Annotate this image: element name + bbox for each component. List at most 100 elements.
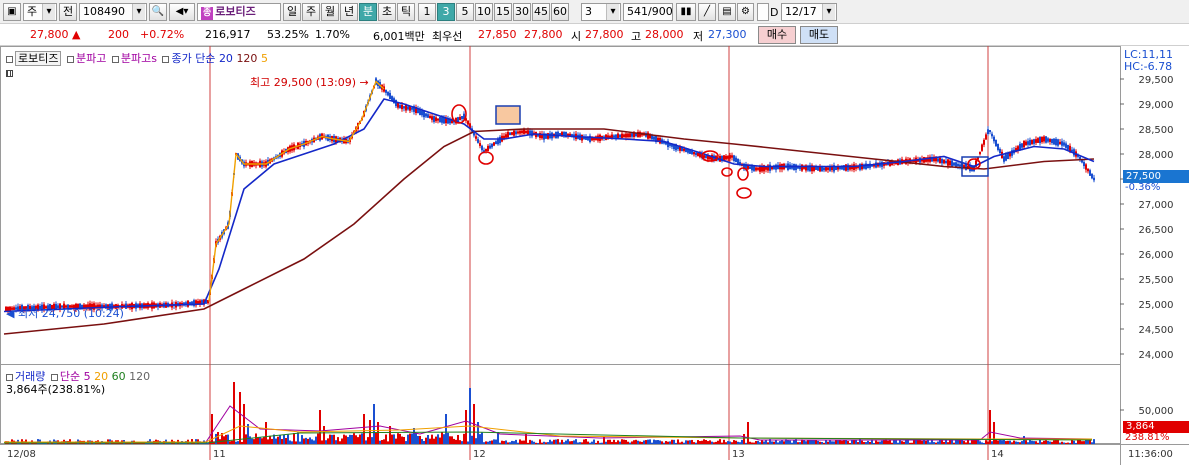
legend-ind1-icon[interactable] <box>66 55 74 63</box>
period-button-4[interactable]: 분 <box>359 3 377 21</box>
candle-body <box>753 166 755 171</box>
date-checkbox[interactable] <box>757 3 769 21</box>
crosshair-toggle-icon[interactable] <box>4 66 15 79</box>
save-icon[interactable]: ▤ <box>718 3 736 21</box>
candle-body <box>697 152 699 157</box>
volume-bar <box>757 440 759 444</box>
volume-bar <box>685 440 687 444</box>
chart-toolbar: ▣ 주 전 108490 🔍 ◀▾ 종로보티즈 일주월년분초틱 13510153… <box>0 0 1189 24</box>
candle-body <box>385 89 387 93</box>
volume-bar <box>431 434 433 444</box>
data-count-field[interactable]: 541/900 <box>623 3 673 21</box>
volume-bar <box>715 441 717 444</box>
legend-ind2-icon[interactable] <box>111 55 119 63</box>
volume-bar <box>707 441 709 444</box>
prev-button[interactable]: 전 <box>59 3 77 21</box>
volume-bar <box>1015 441 1017 444</box>
volume-bar <box>689 440 691 444</box>
candle-body <box>1027 141 1029 145</box>
candle-body <box>695 152 697 156</box>
interval-button-4[interactable]: 15 <box>494 3 512 21</box>
candle-body <box>439 117 441 123</box>
legend-ma-icon[interactable] <box>162 55 170 63</box>
chart-area[interactable]: 24,000 24,500 25,000 25,500 26,000 26,500 27,0… <box>0 46 1189 465</box>
stock-code-input[interactable]: 108490 <box>79 3 147 21</box>
interval-button-1[interactable]: 3 <box>437 3 455 21</box>
period-button-6[interactable]: 틱 <box>397 3 415 21</box>
interval-button-5[interactable]: 30 <box>513 3 531 21</box>
volume-bar <box>391 434 393 444</box>
volume-bar <box>981 442 983 444</box>
volume-bar <box>649 439 651 444</box>
candle-body <box>735 157 737 163</box>
candle-body <box>959 164 961 167</box>
volume-bar <box>671 439 673 444</box>
volume-bar <box>295 441 297 444</box>
volume-bar <box>681 441 683 444</box>
stock-name-box[interactable]: 종 로보티즈 <box>197 3 281 21</box>
volume-bar <box>347 436 349 444</box>
volume-value: 3,864주(238.81%) <box>6 383 106 396</box>
candle-body <box>621 133 623 138</box>
volume-bar <box>841 440 843 444</box>
volume-bar <box>805 441 807 444</box>
period-button-5[interactable]: 초 <box>378 3 396 21</box>
candle-body <box>1023 140 1025 148</box>
volume-bar <box>1043 440 1045 444</box>
sell-button[interactable]: 매도 <box>800 26 838 44</box>
interval-button-3[interactable]: 10 <box>475 3 493 21</box>
volume-bar <box>265 422 267 444</box>
interval-button-6[interactable]: 45 <box>532 3 550 21</box>
trade-amount: 6,001백만 <box>373 30 425 43</box>
volume-bar <box>283 434 285 444</box>
period-button-2[interactable]: 월 <box>321 3 339 21</box>
volume-bar <box>723 439 725 444</box>
search-icon[interactable]: 🔍 <box>149 3 167 21</box>
volume-bar <box>721 442 723 444</box>
volume-bar <box>341 438 343 444</box>
window-menu-icon[interactable]: ▣ <box>3 3 21 21</box>
volume-bar <box>379 440 381 444</box>
volume-bar <box>1005 441 1007 444</box>
volume-bar <box>471 435 473 444</box>
volume-ma-icon[interactable] <box>50 373 58 381</box>
volume-bar <box>737 441 739 444</box>
date-value: 12/17 <box>785 5 817 18</box>
candle-body <box>945 160 947 164</box>
price-chart-canvas[interactable]: 24,000 24,500 25,000 25,500 26,000 26,500 27,0… <box>0 46 1189 465</box>
interval-button-0[interactable]: 1 <box>418 3 436 21</box>
volume-bar <box>305 437 307 444</box>
interval-button-7[interactable]: 60 <box>551 3 569 21</box>
volume-bar <box>1069 442 1071 444</box>
period-button-1[interactable]: 주 <box>302 3 320 21</box>
y-tick-label: 26,000 <box>1139 250 1174 261</box>
candle-body <box>435 117 437 122</box>
volume-legend-icon[interactable] <box>6 373 13 381</box>
drawing-tool-icon[interactable]: ╱ <box>698 3 716 21</box>
interval-button-2[interactable]: 5 <box>456 3 474 21</box>
candle-body <box>625 133 627 138</box>
volume-bar <box>323 426 325 444</box>
period-button-0[interactable]: 일 <box>283 3 301 21</box>
candle-body <box>955 162 957 167</box>
y-tick-label: 28,500 <box>1139 125 1174 136</box>
volume-bar <box>821 441 823 444</box>
volume-bar <box>749 441 751 444</box>
volume-bar <box>807 440 809 444</box>
speaker-icon[interactable]: ◀▾ <box>169 3 195 21</box>
volume-bar <box>567 439 569 444</box>
volume-bar <box>355 435 357 444</box>
legend-toggle-icon[interactable] <box>6 55 13 63</box>
candle-type-icon[interactable]: ▮▮ <box>676 3 696 21</box>
interval-select[interactable]: 3 <box>581 3 621 21</box>
volume-bar <box>759 442 761 444</box>
y-tick-label: 28,000 <box>1139 150 1174 161</box>
settings-gear-icon[interactable]: ⚙ <box>737 3 754 21</box>
buy-button[interactable]: 매수 <box>758 26 796 44</box>
volume-bar <box>225 434 227 444</box>
volume-bar <box>635 439 637 444</box>
market-select[interactable]: 주 <box>23 3 57 21</box>
date-input[interactable]: 12/17 <box>781 3 837 21</box>
candle-body <box>1067 144 1069 150</box>
period-button-3[interactable]: 년 <box>340 3 358 21</box>
